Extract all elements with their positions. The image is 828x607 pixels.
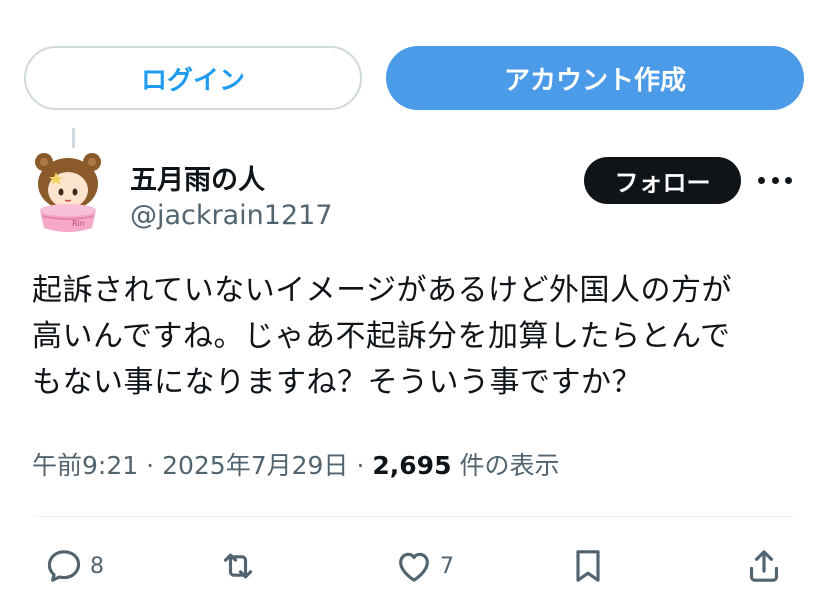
auth-bar: ログイン アカウント作成 — [24, 46, 804, 110]
like-count: 7 — [440, 553, 454, 579]
signup-button[interactable]: アカウント作成 — [386, 46, 804, 110]
tweet-text: 起訴されていないイメージがあるけど外国人の方が 高いんですね。じゃあ不起訴分を加… — [32, 268, 802, 406]
like-button[interactable]: 7 — [394, 538, 454, 594]
author-name[interactable]: 五月雨の人 — [130, 158, 265, 197]
bookmark-button[interactable] — [568, 538, 608, 594]
heart-icon — [399, 552, 429, 582]
views-count[interactable]: 2,695 — [372, 451, 451, 480]
tweet-time[interactable]: 午前9:21 — [32, 446, 138, 482]
divider — [34, 516, 794, 517]
reply-count: 8 — [90, 553, 104, 579]
author-handle[interactable]: @jackrain1217 — [130, 200, 333, 231]
share-button[interactable] — [744, 538, 784, 594]
tweet-text-line: 高いんですね。じゃあ不起訴分を加算したらとんで — [32, 319, 731, 354]
action-bar: 8 7 — [0, 538, 828, 594]
share-icon — [749, 550, 779, 582]
avatar[interactable]: Rin — [32, 150, 104, 234]
login-button[interactable]: ログイン — [24, 46, 362, 110]
meta-separator: · — [146, 451, 155, 480]
views-label[interactable]: 件の表示 — [459, 446, 559, 482]
tweet-text-line: もない事になりますね？そういう事ですか？ — [32, 365, 642, 400]
reply-icon — [47, 550, 81, 582]
meta-separator: · — [356, 451, 365, 480]
more-options-icon[interactable] — [758, 170, 792, 190]
tweet-date[interactable]: 2025年7月29日 — [162, 446, 348, 482]
tweet-meta: 午前9:21 · 2025年7月29日 · 2,695 件の表示 — [32, 446, 559, 482]
follow-button[interactable]: フォロー — [584, 157, 741, 204]
bookmark-icon — [576, 550, 600, 582]
avatar-cup-text: Rin — [72, 219, 85, 228]
thread-connector-line — [72, 128, 75, 148]
retweet-icon — [223, 553, 253, 579]
reply-button[interactable]: 8 — [44, 538, 104, 594]
tweet-text-line: 起訴されていないイメージがあるけど外国人の方が — [32, 273, 732, 308]
avatar-image: Rin — [35, 153, 101, 232]
retweet-button[interactable] — [218, 538, 258, 594]
